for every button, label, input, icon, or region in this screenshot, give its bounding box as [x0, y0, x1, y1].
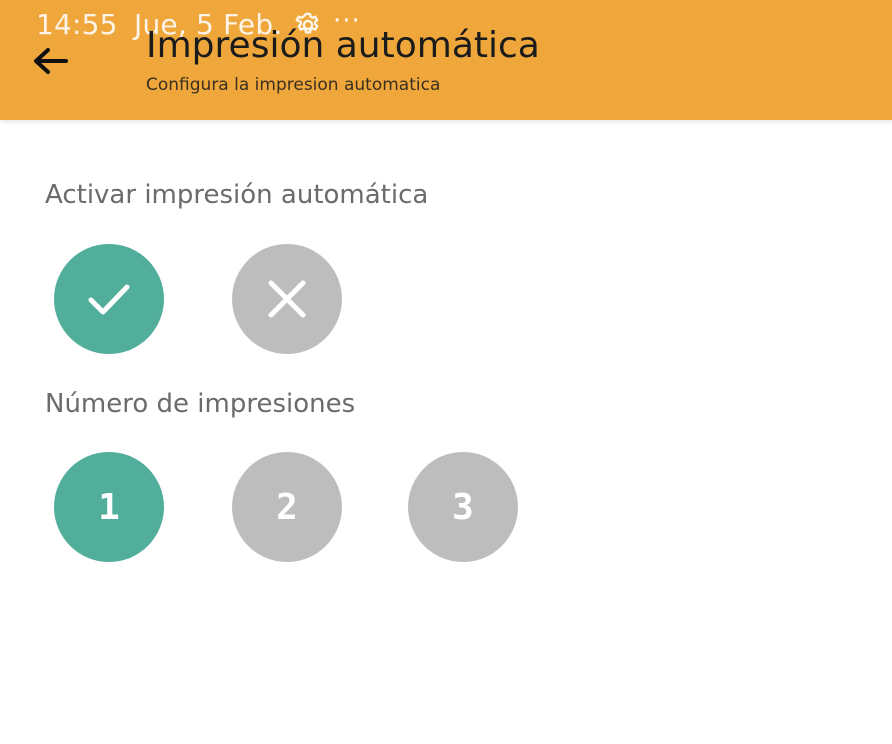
close-icon [268, 280, 306, 318]
print-count-label: Número de impresiones [45, 389, 356, 419]
print-count-2-button[interactable]: 2 [232, 452, 342, 562]
auto-print-no-button[interactable] [232, 244, 342, 354]
page-subtitle: Configura la impresion automatica [146, 75, 441, 95]
app-bar: 14:55 Jue, 5 Feb. ··· Impresión automáti… [0, 0, 892, 120]
print-count-2-label: 2 [276, 486, 298, 528]
status-time: 14:55 [36, 8, 118, 41]
print-count-1-label: 1 [98, 486, 120, 528]
page-title: Impresión automática [146, 25, 540, 66]
print-count-1-button[interactable]: 1 [54, 452, 164, 562]
print-count-3-button[interactable]: 3 [408, 452, 518, 562]
arrow-left-icon [34, 48, 68, 74]
check-icon [88, 284, 130, 315]
print-count-3-label: 3 [452, 486, 474, 528]
auto-print-label: Activar impresión automática [45, 180, 429, 210]
back-button[interactable] [26, 38, 74, 86]
auto-print-settings-screen: 14:55 Jue, 5 Feb. ··· Impresión automáti… [0, 0, 892, 744]
auto-print-yes-button[interactable] [54, 244, 164, 354]
